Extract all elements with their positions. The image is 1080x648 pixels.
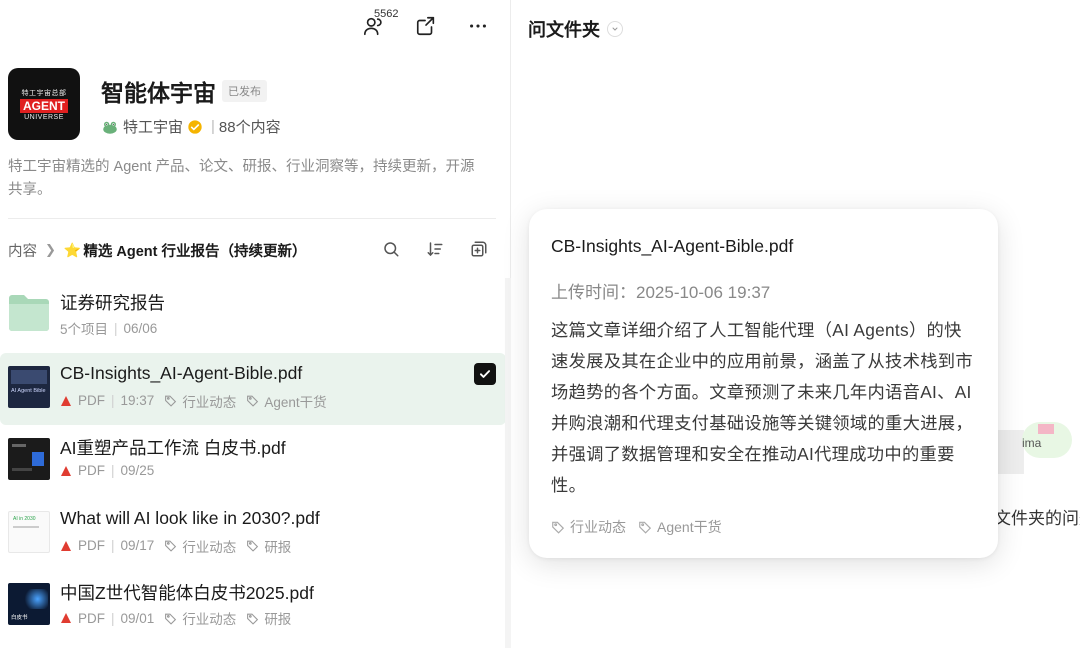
add-folder-icon (471, 241, 487, 257)
card-upload-time: 上传时间：2025-10-06 19:37 (551, 283, 771, 302)
list-item[interactable]: 白皮书 中国Z世代智能体白皮书2025.pdf PDF | 09/01 行业动态… (0, 570, 506, 643)
breadcrumb-root[interactable]: 内容 (8, 240, 37, 261)
tag[interactable]: Agent干货 (246, 391, 327, 411)
item-meta: PDF | 19:37 行业动态 Agent干货 (60, 391, 327, 411)
more-button[interactable] (464, 12, 492, 40)
breadcrumb-current: 精选 Agent 行业报告（持续更新） (83, 243, 307, 260)
members-button[interactable]: 5562 (360, 8, 398, 40)
item-meta: PDF | 09/01 行业动态 研报 (60, 608, 291, 628)
tag-icon (247, 395, 259, 407)
selection-checkbox[interactable] (474, 362, 496, 385)
tag-icon (165, 540, 177, 552)
file-thumbnail: 白皮书 (8, 583, 50, 625)
tag[interactable]: 行业动态 (551, 517, 626, 537)
content-list: 证券研究报告 5个项目 | 06/06 AI Agent Bible CB-In… (0, 280, 506, 643)
item-name: CB-Insights_AI-Agent-Bible.pdf (60, 362, 303, 383)
search-icon (384, 242, 399, 257)
card-tags: 行业动态 Agent干货 (551, 517, 722, 537)
tag-icon (552, 521, 565, 534)
owner-name[interactable]: 特工宇宙 (123, 116, 183, 137)
item-meta: PDF | 09/17 行业动态 研报 (60, 536, 291, 556)
search-button[interactable] (380, 238, 402, 260)
list-toolbar (380, 238, 490, 260)
list-scrollbar[interactable] (505, 278, 511, 648)
pdf-icon (61, 465, 71, 476)
share-button[interactable] (412, 12, 440, 40)
ima-label: ima (1022, 436, 1042, 450)
share-icon (416, 16, 435, 36)
list-item-selected[interactable]: AI Agent Bible CB-Insights_AI-Agent-Bibl… (0, 352, 506, 425)
card-title: CB-Insights_AI-Agent-Bible.pdf (551, 236, 794, 256)
knowledge-base-header: 特工宇宙总部 AGENT UNIVERSE 智能体宇宙 已发布 特工宇宙 | 8… (8, 68, 498, 140)
tag[interactable]: 研报 (246, 536, 291, 556)
pdf-icon (61, 395, 71, 406)
item-name: 证券研究报告 (60, 293, 165, 313)
more-icon (470, 24, 486, 28)
item-meta: 5个项目 | 06/06 (60, 320, 158, 338)
item-name: What will AI look like in 2030?.pdf (60, 507, 320, 528)
tag[interactable]: 研报 (246, 608, 291, 628)
folder-icon (9, 295, 49, 331)
tag-icon (165, 613, 177, 625)
file-thumbnail: AI Agent Bible (8, 365, 50, 408)
breadcrumb: 内容 ❯ ⭐ 精选 Agent 行业报告（持续更新） (8, 238, 498, 262)
pdf-icon (61, 540, 71, 551)
tag-icon (247, 540, 259, 552)
divider (8, 218, 496, 219)
top-actions: 5562 (360, 8, 492, 40)
check-icon (479, 369, 491, 378)
empty-state-text: 文件夹的问题 (994, 509, 1080, 528)
add-to-button[interactable] (468, 238, 490, 260)
knowledge-base-meta: 特工宇宙 | 88个内容 (101, 116, 281, 137)
knowledge-base-title: 智能体宇宙 (101, 80, 216, 106)
tag[interactable]: 行业动态 (164, 536, 236, 556)
tag[interactable]: 行业动态 (164, 608, 236, 628)
file-preview-card: CB-Insights_AI-Agent-Bible.pdf 上传时间：2025… (529, 209, 998, 558)
knowledge-base-description: 特工宇宙精选的 Agent 产品、论文、研报、行业洞察等，持续更新，开源共享。 (8, 159, 475, 198)
sort-button[interactable] (424, 238, 446, 260)
chevron-right-icon: ❯ (45, 242, 56, 257)
list-item[interactable]: AI in 2030 What will AI look like in 203… (0, 498, 506, 571)
chevron-down-icon (607, 21, 623, 37)
list-item[interactable]: 证券研究报告 5个项目 | 06/06 (0, 280, 506, 353)
tag-icon (639, 521, 652, 534)
knowledge-base-logo: 特工宇宙总部 AGENT UNIVERSE (8, 68, 80, 140)
sort-icon (427, 242, 443, 257)
tag-icon (247, 613, 259, 625)
list-item[interactable]: AI重塑产品工作流 白皮书.pdf PDF | 09/25 (0, 425, 506, 498)
card-summary: 这篇文章详细介绍了人工智能代理（AI Agents）的快速发展及其在企业中的应用… (551, 320, 973, 495)
owner-avatar-icon[interactable] (101, 118, 119, 136)
pdf-icon (61, 613, 71, 623)
file-thumbnail (8, 438, 50, 480)
ask-folder-title: 问文件夹 (528, 20, 600, 40)
tag[interactable]: Agent干货 (638, 517, 722, 537)
ask-folder-dropdown[interactable]: 问文件夹 (528, 16, 623, 42)
left-panel: 5562 特工宇宙总部 AGENT UNIVERSE 智能体宇宙 已发布 特工宇… (0, 0, 511, 648)
star-icon: ⭐ (63, 241, 82, 258)
member-count: 5562 (374, 8, 399, 20)
content-count: 88个内容 (218, 119, 281, 136)
item-name: 中国Z世代智能体白皮书2025.pdf (60, 583, 314, 603)
verified-badge-icon (188, 119, 202, 134)
tag-icon (165, 395, 177, 407)
status-badge: 已发布 (222, 80, 267, 102)
item-name: AI重塑产品工作流 白皮书.pdf (60, 438, 286, 458)
item-meta: PDF | 09/25 (60, 463, 154, 478)
tag[interactable]: 行业动态 (164, 391, 236, 411)
file-thumbnail: AI in 2030 (8, 510, 50, 553)
